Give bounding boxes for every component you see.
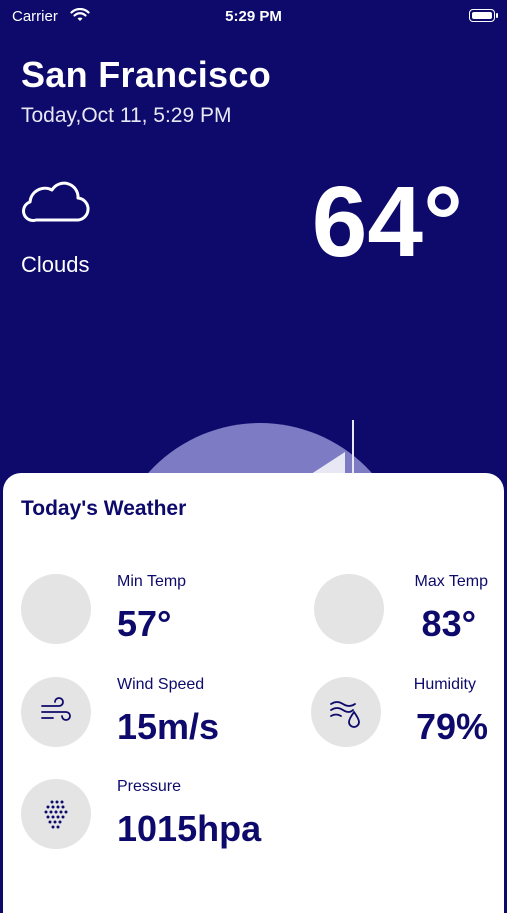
wind-speed-value: 15m/s <box>117 706 220 747</box>
weather-card[interactable]: Today's Weather Min Temp 57° Max Temp 83… <box>3 473 504 913</box>
sun-needle <box>352 420 354 480</box>
min-temp-label: Min Temp <box>117 573 187 590</box>
status-bar: Carrier 5:29 PM <box>0 0 507 34</box>
cloud-icon <box>22 176 90 229</box>
pressure-value: 1015hpa <box>117 808 262 849</box>
battery-icon <box>469 9 498 22</box>
humidity-label: Humidity <box>413 676 476 693</box>
weather-condition: Clouds <box>21 252 90 277</box>
current-temperature: 64° <box>311 166 463 278</box>
city-name: San Francisco <box>21 54 271 95</box>
date-time: Today,Oct 11, 5:29 PM <box>21 104 232 127</box>
wind-icon <box>21 677 91 747</box>
min-temp-value: 57° <box>117 603 172 644</box>
max-temp-icon <box>314 574 384 644</box>
card-title: Today's Weather <box>21 497 187 520</box>
status-time: 5:29 PM <box>225 8 282 25</box>
wind-speed-label: Wind Speed <box>117 676 205 693</box>
max-temp-value: 83° <box>421 603 476 644</box>
min-temp-icon <box>21 574 91 644</box>
pressure-label: Pressure <box>117 778 182 795</box>
humidity-icon <box>311 677 381 747</box>
pressure-icon <box>21 779 91 849</box>
max-temp-label: Max Temp <box>414 573 488 590</box>
humidity-value: 79% <box>415 706 488 747</box>
